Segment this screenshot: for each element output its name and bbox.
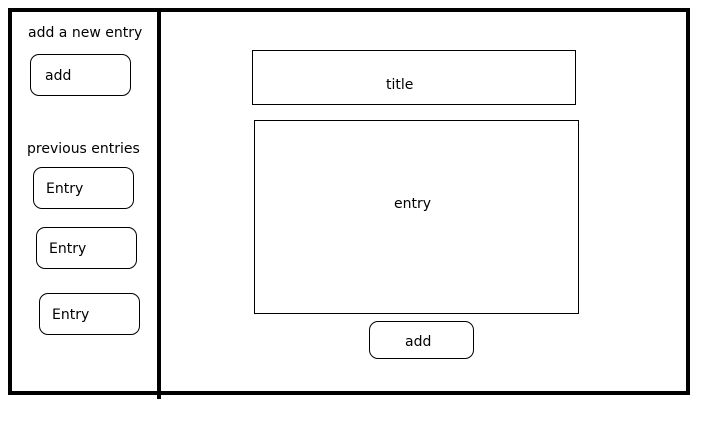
previous-entries-heading: previous entries (27, 141, 140, 157)
editor-add-button-label: add (405, 334, 432, 350)
previous-entry-item[interactable]: Entry (33, 167, 134, 209)
title-placeholder: title (386, 77, 414, 93)
previous-entry-item[interactable]: Entry (39, 293, 140, 335)
entry-placeholder: entry (394, 196, 432, 212)
sidebar-divider (157, 8, 161, 399)
previous-entry-label: Entry (46, 181, 84, 197)
title-field[interactable]: title (252, 50, 576, 105)
previous-entry-item[interactable]: Entry (36, 227, 137, 269)
previous-entry-label: Entry (49, 241, 87, 257)
sidebar-add-button-label: add (45, 68, 72, 84)
editor-add-button[interactable]: add (369, 321, 474, 359)
entry-textarea[interactable]: entry (254, 120, 579, 314)
sidebar-add-button[interactable]: add (30, 54, 131, 96)
previous-entry-label: Entry (52, 307, 90, 323)
new-entry-heading: add a new entry (28, 25, 143, 41)
